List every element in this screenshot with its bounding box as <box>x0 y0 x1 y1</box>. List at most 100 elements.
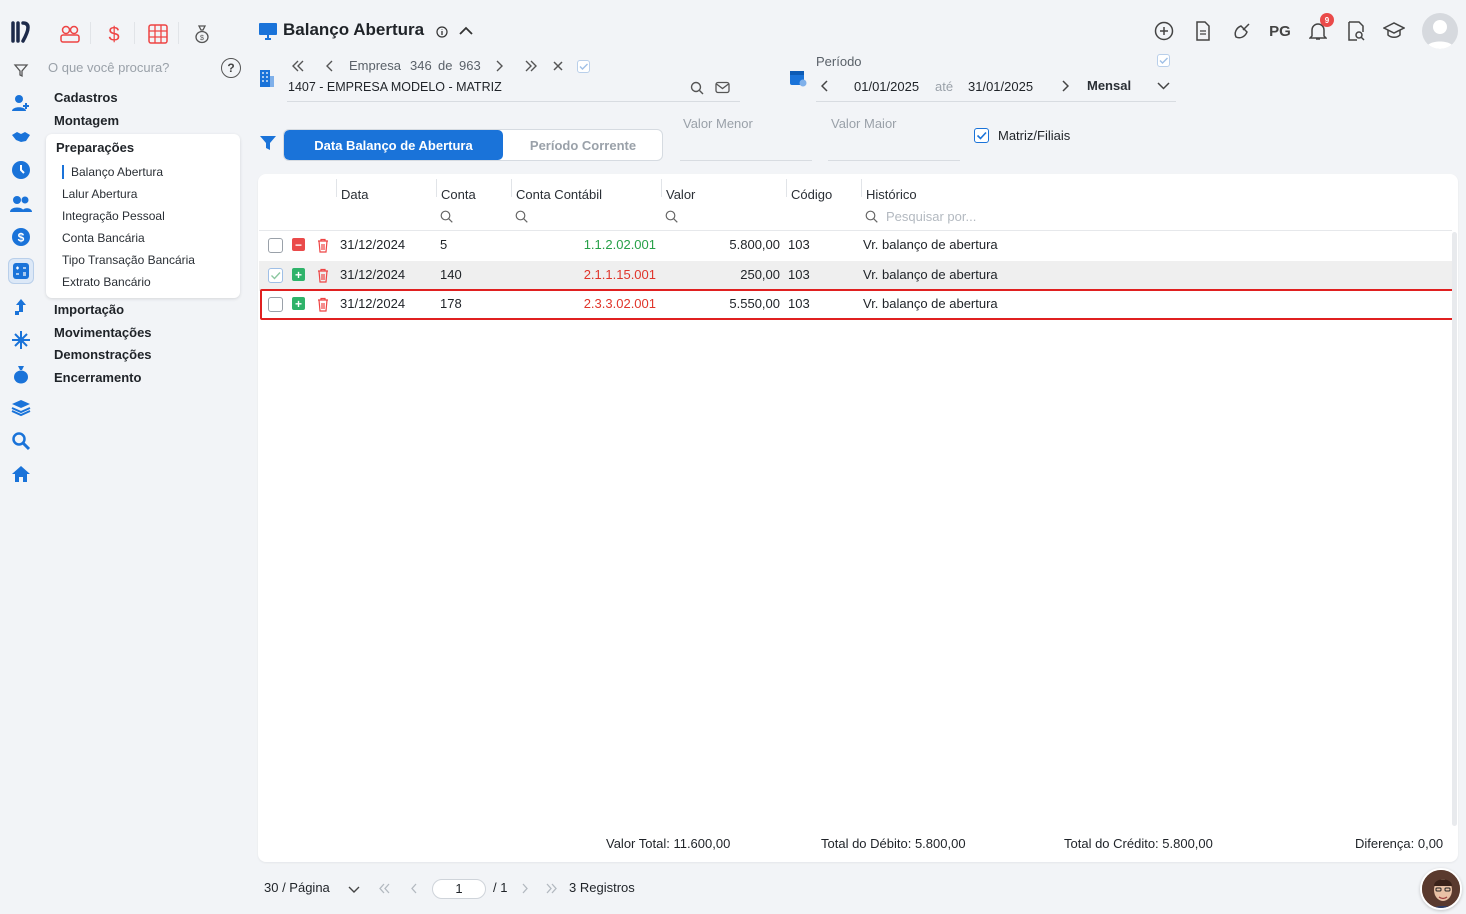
table-row[interactable]: + 31/12/2024 178 2.3.3.02.001 5.550,00 1… <box>259 290 1452 320</box>
row-checkbox[interactable] <box>268 238 283 253</box>
table-row[interactable]: + 31/12/2024 140 2.1.1.15.001 250,00 103… <box>259 261 1452 291</box>
historico-filter-input[interactable]: Pesquisar por... <box>886 209 976 224</box>
next-page-icon[interactable] <box>521 883 529 894</box>
company-name[interactable]: 1407 - EMPRESA MODELO - MATRIZ <box>288 80 502 94</box>
next-period-icon[interactable] <box>1061 80 1069 92</box>
menu-encerramento[interactable]: Encerramento <box>54 370 141 385</box>
notification-badge: 9 <box>1320 13 1334 27</box>
close-icon[interactable] <box>552 60 564 72</box>
menu-preparacoes[interactable]: Preparações <box>56 140 134 155</box>
search-document-icon[interactable] <box>1344 19 1368 43</box>
menu-importacao[interactable]: Importação <box>54 302 124 317</box>
row-checkbox[interactable] <box>268 297 283 312</box>
submenu-item-balanco-abertura[interactable]: Balanço Abertura <box>62 165 163 179</box>
mail-icon[interactable] <box>715 81 730 94</box>
info-icon[interactable] <box>436 26 448 38</box>
valor-menor-input[interactable]: Valor Menor <box>683 116 753 131</box>
company-checkbox[interactable] <box>577 60 590 73</box>
pg-button[interactable]: PG <box>1266 19 1294 43</box>
user-add-icon[interactable] <box>8 90 34 116</box>
column-header-valor[interactable]: Valor <box>666 187 695 202</box>
menu-cadastros[interactable]: Cadastros <box>54 90 118 105</box>
document-icon[interactable] <box>1191 19 1215 43</box>
satellite-icon[interactable] <box>1230 19 1254 43</box>
row-checkbox[interactable] <box>268 268 283 283</box>
people-money-icon[interactable] <box>56 20 84 48</box>
current-page-input[interactable]: 1 <box>432 879 486 899</box>
menu-montagem[interactable]: Montagem <box>54 113 119 128</box>
menu-search-input[interactable]: O que você procura? <box>48 60 169 75</box>
cell-data: 31/12/2024 <box>340 267 406 282</box>
table-row[interactable]: − 31/12/2024 5 1.1.2.02.001 5.800,00 103… <box>259 231 1452 261</box>
chevron-up-icon[interactable] <box>459 26 473 36</box>
column-header-codigo[interactable]: Código <box>791 187 832 202</box>
users-icon[interactable] <box>8 191 34 217</box>
money-bag-icon[interactable] <box>8 361 34 387</box>
chevron-down-icon[interactable] <box>1157 82 1170 90</box>
menu-movimentacoes[interactable]: Movimentações <box>54 325 152 340</box>
submenu-item-lalur-abertura[interactable]: Lalur Abertura <box>62 187 137 201</box>
money-bag-outline-icon[interactable]: $ <box>188 20 216 48</box>
conta-contabil-filter-search-icon[interactable] <box>515 210 528 223</box>
calculator-icon[interactable] <box>8 258 34 284</box>
conta-filter-search-icon[interactable] <box>440 210 453 223</box>
page-size-select[interactable]: 30 / Página <box>264 880 330 895</box>
column-divider <box>786 179 787 197</box>
tab-periodo-corrente[interactable]: Período Corrente <box>503 130 662 160</box>
column-header-conta[interactable]: Conta <box>441 187 476 202</box>
period-ate-label: até <box>935 79 954 94</box>
network-icon[interactable] <box>8 327 34 353</box>
add-circle-icon[interactable] <box>1152 19 1176 43</box>
transfer-icon[interactable] <box>8 294 34 320</box>
search-icon[interactable] <box>8 428 34 454</box>
filter-icon[interactable] <box>8 57 34 83</box>
submenu-item-integracao-pessoal[interactable]: Integração Pessoal <box>62 209 165 223</box>
layers-icon[interactable] <box>8 394 34 420</box>
table-scrollbar[interactable] <box>1452 232 1457 826</box>
tab-data-balanco[interactable]: Data Balanço de Abertura <box>284 130 503 160</box>
prev-page-icon[interactable] <box>410 883 418 894</box>
first-page-icon[interactable] <box>378 883 392 894</box>
calendar-icon <box>789 68 807 88</box>
assistant-avatar[interactable] <box>1420 868 1462 910</box>
first-company-icon[interactable] <box>291 60 305 72</box>
period-start-input[interactable]: 01/01/2025 <box>854 79 919 94</box>
user-avatar[interactable] <box>1422 13 1458 49</box>
grid-calc-icon[interactable] <box>144 20 172 48</box>
prev-company-icon[interactable] <box>326 60 334 72</box>
column-header-data[interactable]: Data <box>341 187 368 202</box>
dollar-icon[interactable]: $ <box>100 20 128 48</box>
company-field-underline <box>287 101 740 102</box>
dollar-circle-icon[interactable]: $ <box>8 224 34 250</box>
next-company-icon[interactable] <box>495 60 503 72</box>
cell-codigo: 103 <box>788 267 810 282</box>
page-title: Balanço Abertura <box>283 20 425 39</box>
prev-period-icon[interactable] <box>821 80 829 92</box>
column-header-conta-contabil[interactable]: Conta Contábil <box>516 187 602 202</box>
submenu-item-tipo-transacao[interactable]: Tipo Transação Bancária <box>62 253 195 267</box>
home-icon[interactable] <box>8 461 34 487</box>
valor-maior-input[interactable]: Valor Maior <box>831 116 897 131</box>
periodo-checkbox[interactable] <box>1157 54 1170 67</box>
app-logo[interactable] <box>10 20 36 44</box>
period-end-input[interactable]: 31/01/2025 <box>968 79 1033 94</box>
matriz-filiais-checkbox[interactable] <box>974 128 989 143</box>
menu-demonstracoes[interactable]: Demonstrações <box>54 347 152 362</box>
period-frequency-select[interactable]: Mensal <box>1087 78 1131 93</box>
submenu-item-conta-bancaria[interactable]: Conta Bancária <box>62 231 145 245</box>
chevron-down-icon[interactable] <box>348 886 360 894</box>
last-page-icon[interactable] <box>545 883 559 894</box>
company-search-icon[interactable] <box>690 81 704 95</box>
trash-icon[interactable] <box>317 238 329 253</box>
graduation-cap-icon[interactable] <box>1382 19 1406 43</box>
funnel-icon[interactable] <box>259 134 277 152</box>
handshake-icon[interactable] <box>8 124 34 150</box>
valor-filter-search-icon[interactable] <box>665 210 678 223</box>
help-icon[interactable]: ? <box>221 58 241 78</box>
trash-icon[interactable] <box>317 297 329 312</box>
last-company-icon[interactable] <box>524 60 538 72</box>
trash-icon[interactable] <box>317 268 329 283</box>
column-header-historico[interactable]: Histórico <box>866 187 917 202</box>
submenu-item-extrato-bancario[interactable]: Extrato Bancário <box>62 275 151 289</box>
clock-icon[interactable] <box>8 157 34 183</box>
